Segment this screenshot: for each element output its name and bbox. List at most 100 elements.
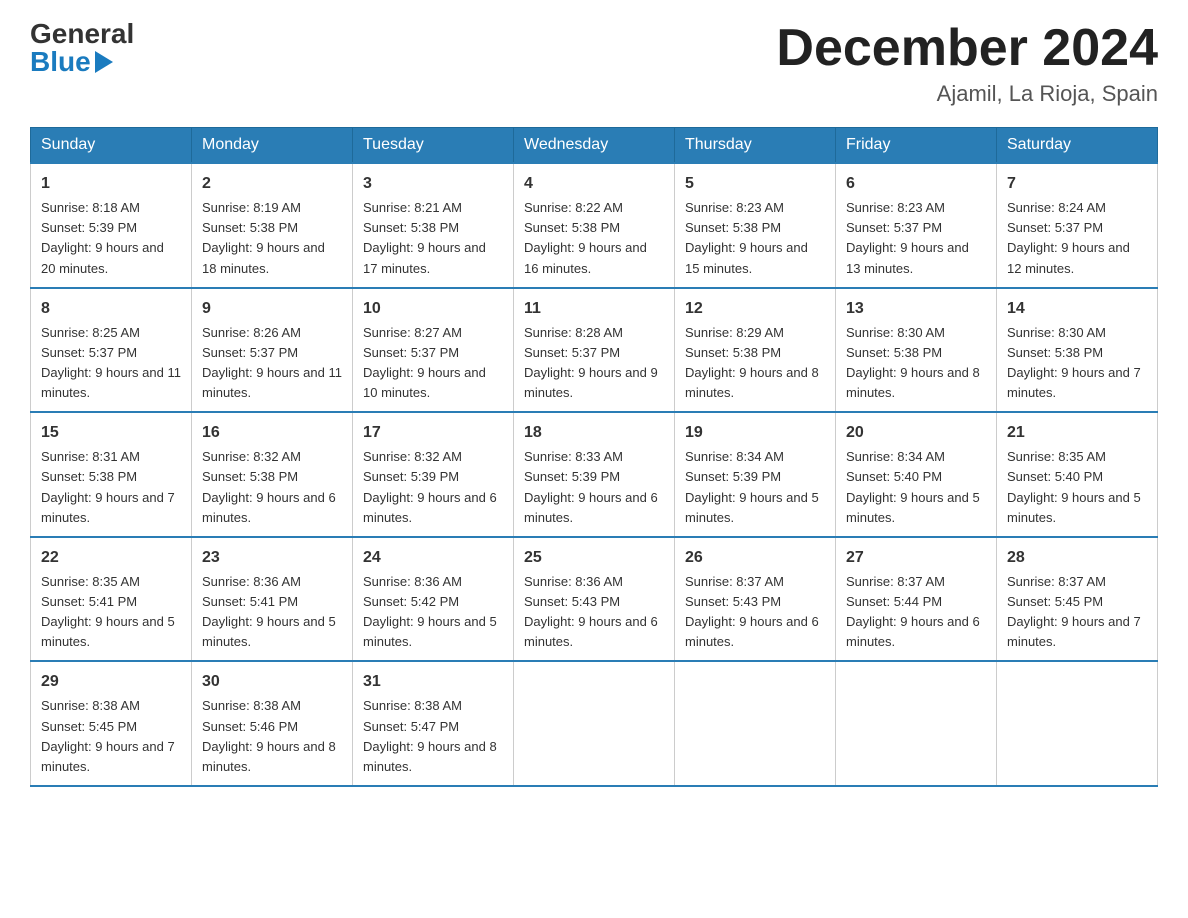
table-row: 4 Sunrise: 8:22 AMSunset: 5:38 PMDaylight… <box>514 163 675 288</box>
table-row: 10 Sunrise: 8:27 AMSunset: 5:37 PMDayligh… <box>353 288 514 413</box>
table-row: 24Sunrise: 8:36 AMSunset: 5:42 PMDayligh… <box>353 537 514 662</box>
day-number: 7 <box>1007 172 1147 196</box>
day-number: 13 <box>846 297 986 321</box>
table-row: 2 Sunrise: 8:19 AMSunset: 5:38 PMDaylight… <box>192 163 353 288</box>
header-tuesday: Tuesday <box>353 128 514 164</box>
table-row: 30Sunrise: 8:38 AMSunset: 5:46 PMDayligh… <box>192 661 353 786</box>
header-thursday: Thursday <box>675 128 836 164</box>
table-row: 3 Sunrise: 8:21 AMSunset: 5:38 PMDaylight… <box>353 163 514 288</box>
table-row: 13 Sunrise: 8:30 AMSunset: 5:38 PMDayligh… <box>836 288 997 413</box>
day-number: 12 <box>685 297 825 321</box>
day-number: 21 <box>1007 421 1147 445</box>
day-info: Sunrise: 8:28 AMSunset: 5:37 PMDaylight:… <box>524 325 658 400</box>
day-number: 3 <box>363 172 503 196</box>
day-number: 28 <box>1007 546 1147 570</box>
table-row: 31 Sunrise: 8:38 AMSunset: 5:47 PMDayligh… <box>353 661 514 786</box>
day-info: Sunrise: 8:33 AMSunset: 5:39 PMDaylight:… <box>524 449 658 524</box>
day-info: Sunrise: 8:38 AMSunset: 5:47 PMDaylight:… <box>363 698 497 773</box>
day-number: 2 <box>202 172 342 196</box>
day-info: Sunrise: 8:23 AMSunset: 5:37 PMDaylight:… <box>846 200 969 275</box>
table-row: 20 Sunrise: 8:34 AMSunset: 5:40 PMDayligh… <box>836 412 997 537</box>
day-info: Sunrise: 8:38 AMSunset: 5:46 PMDaylight:… <box>202 698 336 773</box>
day-info: Sunrise: 8:37 AMSunset: 5:43 PMDaylight:… <box>685 574 819 649</box>
day-info: Sunrise: 8:25 AMSunset: 5:37 PMDaylight:… <box>41 325 181 400</box>
day-info: Sunrise: 8:34 AMSunset: 5:39 PMDaylight:… <box>685 449 819 524</box>
day-number: 20 <box>846 421 986 445</box>
day-number: 26 <box>685 546 825 570</box>
table-row: 9Sunrise: 8:26 AMSunset: 5:37 PMDaylight… <box>192 288 353 413</box>
day-number: 5 <box>685 172 825 196</box>
calendar-table: Sunday Monday Tuesday Wednesday Thursday… <box>30 127 1158 787</box>
day-info: Sunrise: 8:32 AMSunset: 5:38 PMDaylight:… <box>202 449 336 524</box>
table-row: 8 Sunrise: 8:25 AMSunset: 5:37 PMDaylight… <box>31 288 192 413</box>
day-number: 18 <box>524 421 664 445</box>
day-number: 14 <box>1007 297 1147 321</box>
logo: General Blue <box>30 20 134 76</box>
day-info: Sunrise: 8:27 AMSunset: 5:37 PMDaylight:… <box>363 325 486 400</box>
day-info: Sunrise: 8:36 AMSunset: 5:43 PMDaylight:… <box>524 574 658 649</box>
day-number: 8 <box>41 297 181 321</box>
day-info: Sunrise: 8:19 AMSunset: 5:38 PMDaylight:… <box>202 200 325 275</box>
table-row: 15 Sunrise: 8:31 AMSunset: 5:38 PMDayligh… <box>31 412 192 537</box>
title-block: December 2024 Ajamil, La Rioja, Spain <box>776 20 1158 107</box>
table-row: 18 Sunrise: 8:33 AMSunset: 5:39 PMDayligh… <box>514 412 675 537</box>
header-saturday: Saturday <box>997 128 1158 164</box>
location-title: Ajamil, La Rioja, Spain <box>776 81 1158 107</box>
table-row <box>836 661 997 786</box>
day-info: Sunrise: 8:35 AMSunset: 5:40 PMDaylight:… <box>1007 449 1141 524</box>
day-info: Sunrise: 8:36 AMSunset: 5:42 PMDaylight:… <box>363 574 497 649</box>
header-wednesday: Wednesday <box>514 128 675 164</box>
day-info: Sunrise: 8:18 AMSunset: 5:39 PMDaylight:… <box>41 200 164 275</box>
day-number: 6 <box>846 172 986 196</box>
table-row: 23Sunrise: 8:36 AMSunset: 5:41 PMDayligh… <box>192 537 353 662</box>
table-row: 19 Sunrise: 8:34 AMSunset: 5:39 PMDayligh… <box>675 412 836 537</box>
day-number: 25 <box>524 546 664 570</box>
calendar-week-row: 22 Sunrise: 8:35 AMSunset: 5:41 PMDayligh… <box>31 537 1158 662</box>
header-sunday: Sunday <box>31 128 192 164</box>
header-monday: Monday <box>192 128 353 164</box>
day-number: 10 <box>363 297 503 321</box>
day-info: Sunrise: 8:21 AMSunset: 5:38 PMDaylight:… <box>363 200 486 275</box>
logo-triangle-icon <box>95 51 113 73</box>
day-number: 15 <box>41 421 181 445</box>
table-row: 26 Sunrise: 8:37 AMSunset: 5:43 PMDayligh… <box>675 537 836 662</box>
day-number: 16 <box>202 421 342 445</box>
day-number: 4 <box>524 172 664 196</box>
day-info: Sunrise: 8:30 AMSunset: 5:38 PMDaylight:… <box>846 325 980 400</box>
day-number: 11 <box>524 297 664 321</box>
table-row: 17 Sunrise: 8:32 AMSunset: 5:39 PMDayligh… <box>353 412 514 537</box>
day-number: 17 <box>363 421 503 445</box>
page-header: General Blue December 2024 Ajamil, La Ri… <box>30 20 1158 107</box>
table-row: 16 Sunrise: 8:32 AMSunset: 5:38 PMDayligh… <box>192 412 353 537</box>
header-friday: Friday <box>836 128 997 164</box>
day-info: Sunrise: 8:34 AMSunset: 5:40 PMDaylight:… <box>846 449 980 524</box>
table-row: 14Sunrise: 8:30 AMSunset: 5:38 PMDayligh… <box>997 288 1158 413</box>
calendar-week-row: 15 Sunrise: 8:31 AMSunset: 5:38 PMDayligh… <box>31 412 1158 537</box>
table-row: 22 Sunrise: 8:35 AMSunset: 5:41 PMDayligh… <box>31 537 192 662</box>
day-number: 27 <box>846 546 986 570</box>
day-number: 19 <box>685 421 825 445</box>
table-row: 25 Sunrise: 8:36 AMSunset: 5:43 PMDayligh… <box>514 537 675 662</box>
day-info: Sunrise: 8:22 AMSunset: 5:38 PMDaylight:… <box>524 200 647 275</box>
logo-blue-text: Blue <box>30 48 115 76</box>
day-number: 22 <box>41 546 181 570</box>
table-row: 7 Sunrise: 8:24 AMSunset: 5:37 PMDaylight… <box>997 163 1158 288</box>
table-row: 5Sunrise: 8:23 AMSunset: 5:38 PMDaylight… <box>675 163 836 288</box>
table-row <box>997 661 1158 786</box>
table-row <box>514 661 675 786</box>
table-row: 29 Sunrise: 8:38 AMSunset: 5:45 PMDayligh… <box>31 661 192 786</box>
table-row: 21 Sunrise: 8:35 AMSunset: 5:40 PMDayligh… <box>997 412 1158 537</box>
month-title: December 2024 <box>776 20 1158 77</box>
day-info: Sunrise: 8:32 AMSunset: 5:39 PMDaylight:… <box>363 449 497 524</box>
day-number: 29 <box>41 670 181 694</box>
table-row: 27Sunrise: 8:37 AMSunset: 5:44 PMDayligh… <box>836 537 997 662</box>
day-info: Sunrise: 8:38 AMSunset: 5:45 PMDaylight:… <box>41 698 175 773</box>
day-info: Sunrise: 8:24 AMSunset: 5:37 PMDaylight:… <box>1007 200 1130 275</box>
day-info: Sunrise: 8:35 AMSunset: 5:41 PMDaylight:… <box>41 574 175 649</box>
day-number: 1 <box>41 172 181 196</box>
day-info: Sunrise: 8:31 AMSunset: 5:38 PMDaylight:… <box>41 449 175 524</box>
day-info: Sunrise: 8:29 AMSunset: 5:38 PMDaylight:… <box>685 325 819 400</box>
day-info: Sunrise: 8:37 AMSunset: 5:45 PMDaylight:… <box>1007 574 1141 649</box>
table-row: 12 Sunrise: 8:29 AMSunset: 5:38 PMDayligh… <box>675 288 836 413</box>
day-number: 31 <box>363 670 503 694</box>
